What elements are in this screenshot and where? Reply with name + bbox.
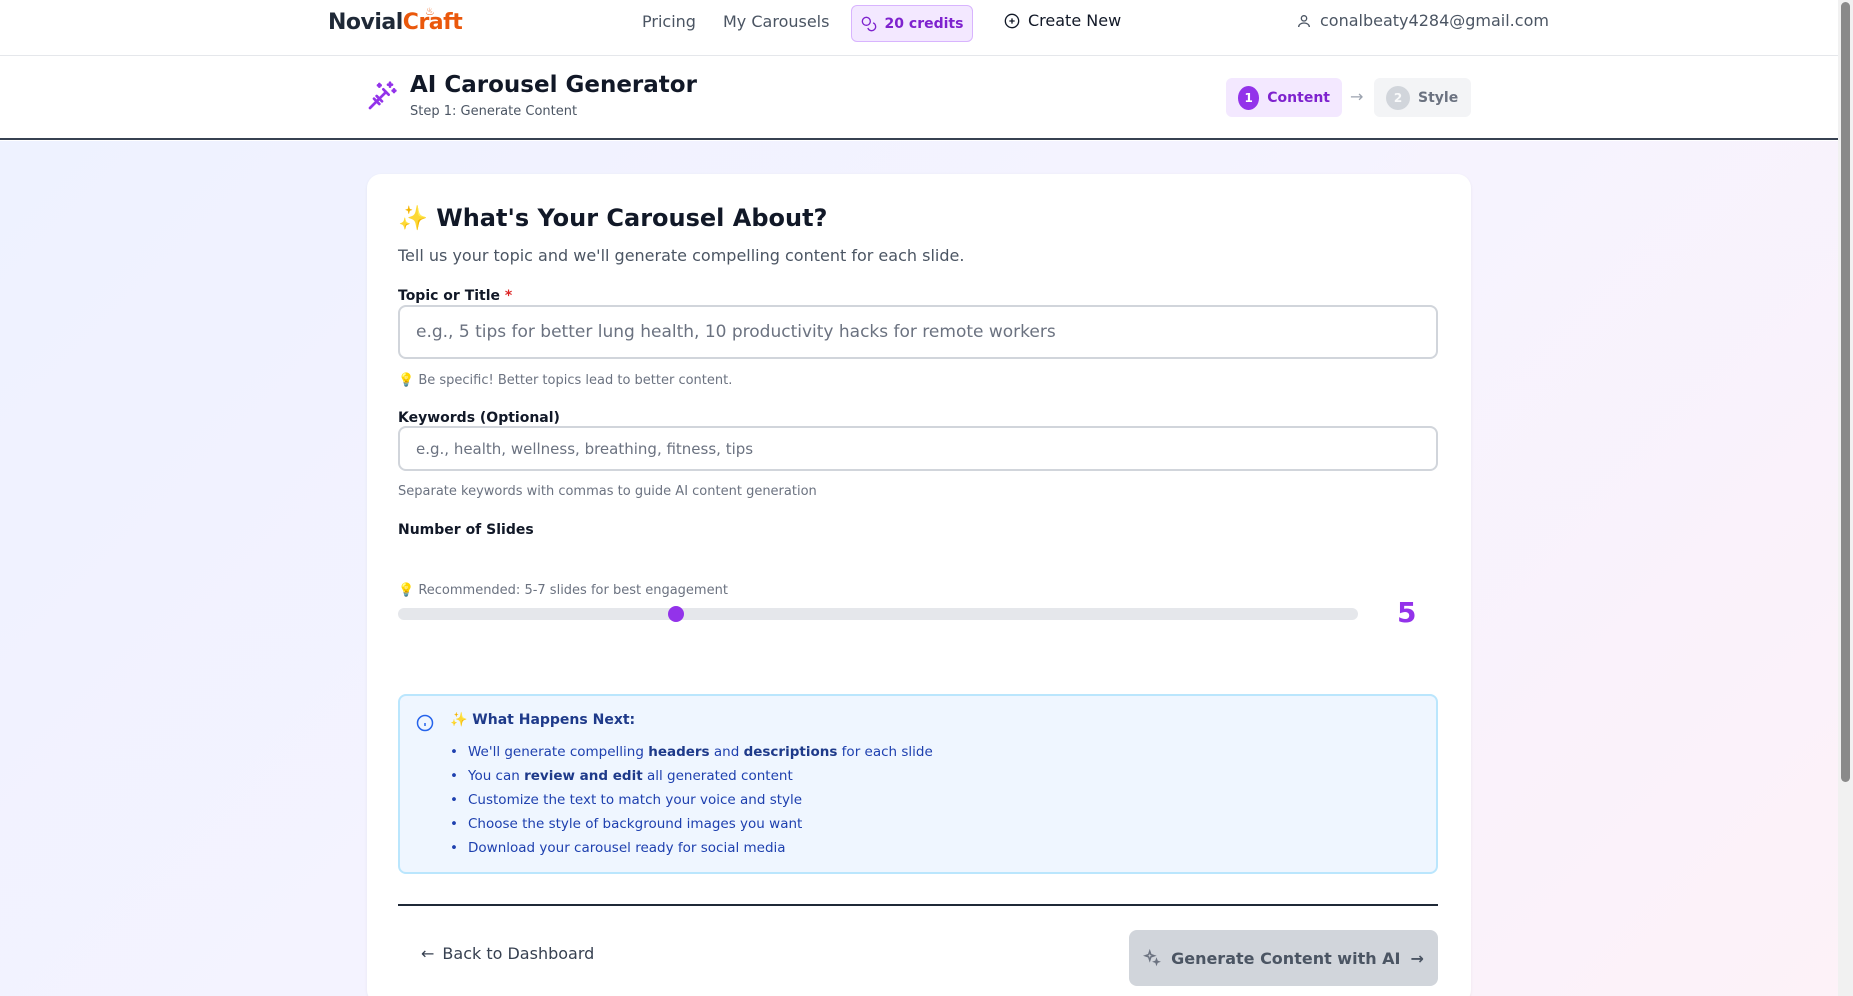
scrollbar-thumb[interactable]	[1841, 2, 1850, 782]
arrow-left-icon: ←	[421, 944, 435, 963]
magic-wand-icon	[368, 81, 397, 110]
info-item-text: You can	[468, 768, 525, 784]
logo[interactable]: NovialCraft ♨	[328, 5, 463, 35]
info-item-emphasis: headers	[648, 744, 710, 760]
form-title: ✨ What's Your Carousel About?	[398, 204, 828, 232]
slides-label: Number of Slides	[398, 522, 534, 538]
info-item-text: We'll generate compelling	[468, 744, 649, 760]
step-style[interactable]: 2 Style	[1374, 78, 1471, 117]
sparkles-icon	[1143, 949, 1162, 967]
keywords-label: Keywords (Optional)	[398, 410, 560, 426]
back-to-dashboard-button[interactable]: ← Back to Dashboard	[421, 944, 594, 963]
info-item-text: Download your carousel ready for social …	[468, 840, 786, 856]
info-item-text: Customize the text to match your voice a…	[468, 792, 803, 808]
slides-count: 5	[1397, 596, 1417, 629]
arrow-right-icon: →	[1410, 948, 1424, 968]
user-menu[interactable]: conalbeaty4284@gmail.com	[1296, 11, 1549, 30]
topic-label-text: Topic or Title	[398, 288, 501, 304]
generate-content-button[interactable]: Generate Content with AI →	[1129, 930, 1438, 986]
content-form-card: ✨ What's Your Carousel About? Tell us yo…	[367, 174, 1471, 996]
required-mark: *	[504, 288, 513, 304]
keywords-input[interactable]	[398, 426, 1438, 471]
info-item-text: for each slide	[837, 744, 933, 760]
info-title: ✨ What Happens Next:	[450, 712, 636, 728]
info-icon	[416, 714, 434, 732]
topic-label: Topic or Title *	[398, 288, 512, 304]
info-item-text: all generated content	[642, 768, 793, 784]
create-new-label: Create New	[1028, 11, 1122, 30]
page-scrollbar[interactable]	[1838, 0, 1853, 996]
create-new-button[interactable]: Create New	[1004, 11, 1121, 30]
page-title: AI Carousel Generator	[410, 72, 697, 98]
info-list-item: We'll generate compelling headers and de…	[450, 740, 933, 764]
form-description: Tell us your topic and we'll generate co…	[398, 246, 965, 265]
divider	[398, 904, 1438, 906]
user-email: conalbeaty4284@gmail.com	[1320, 11, 1549, 30]
nav-my-carousels-link[interactable]: My Carousels	[723, 12, 829, 31]
info-item-emphasis: descriptions	[743, 744, 838, 760]
user-icon	[1298, 14, 1310, 27]
step-label: Content	[1267, 89, 1330, 106]
info-item-emphasis: review and edit	[524, 768, 643, 784]
credits-label: 20 credits	[884, 15, 964, 32]
step-content[interactable]: 1 Content	[1226, 78, 1342, 117]
generate-label: Generate Content with AI	[1171, 948, 1401, 968]
info-list-item: Choose the style of background images yo…	[450, 812, 933, 836]
info-list-item: Download your carousel ready for social …	[450, 836, 933, 860]
plus-circle-icon	[1004, 13, 1020, 28]
page-subtitle: Step 1: Generate Content	[410, 104, 578, 119]
topic-hint: 💡 Be specific! Better topics lead to bet…	[398, 373, 733, 388]
info-list-item: You can review and edit all generated co…	[450, 764, 933, 788]
step-number: 1	[1238, 85, 1260, 110]
info-item-text: and	[709, 744, 744, 760]
topic-input[interactable]	[398, 305, 1438, 359]
slides-hint: 💡 Recommended: 5-7 slides for best engag…	[398, 583, 728, 598]
generator-header: AI Carousel Generator Step 1: Generate C…	[0, 57, 1838, 140]
top-navbar: NovialCraft ♨ Pricing My Carousels 20 cr…	[0, 0, 1838, 56]
logo-text: Novial	[328, 10, 403, 35]
coins-icon	[861, 16, 876, 31]
step-number: 2	[1386, 85, 1410, 110]
info-item-text: Choose the style of background images yo…	[468, 816, 803, 832]
keywords-hint: Separate keywords with commas to guide A…	[398, 484, 817, 499]
step-label: Style	[1418, 89, 1459, 106]
page-background: ✨ What's Your Carousel About? Tell us yo…	[0, 141, 1838, 996]
info-list: We'll generate compelling headers and de…	[450, 740, 933, 860]
info-list-item: Customize the text to match your voice a…	[450, 788, 933, 812]
credits-badge[interactable]: 20 credits	[851, 5, 973, 42]
back-label: Back to Dashboard	[442, 944, 595, 963]
nav-pricing-link[interactable]: Pricing	[642, 12, 696, 31]
flame-icon: ♨	[425, 5, 435, 18]
arrow-right-icon: →	[1350, 87, 1364, 106]
slides-slider-track[interactable]	[398, 608, 1358, 620]
info-box: ✨ What Happens Next: We'll generate comp…	[398, 694, 1438, 874]
